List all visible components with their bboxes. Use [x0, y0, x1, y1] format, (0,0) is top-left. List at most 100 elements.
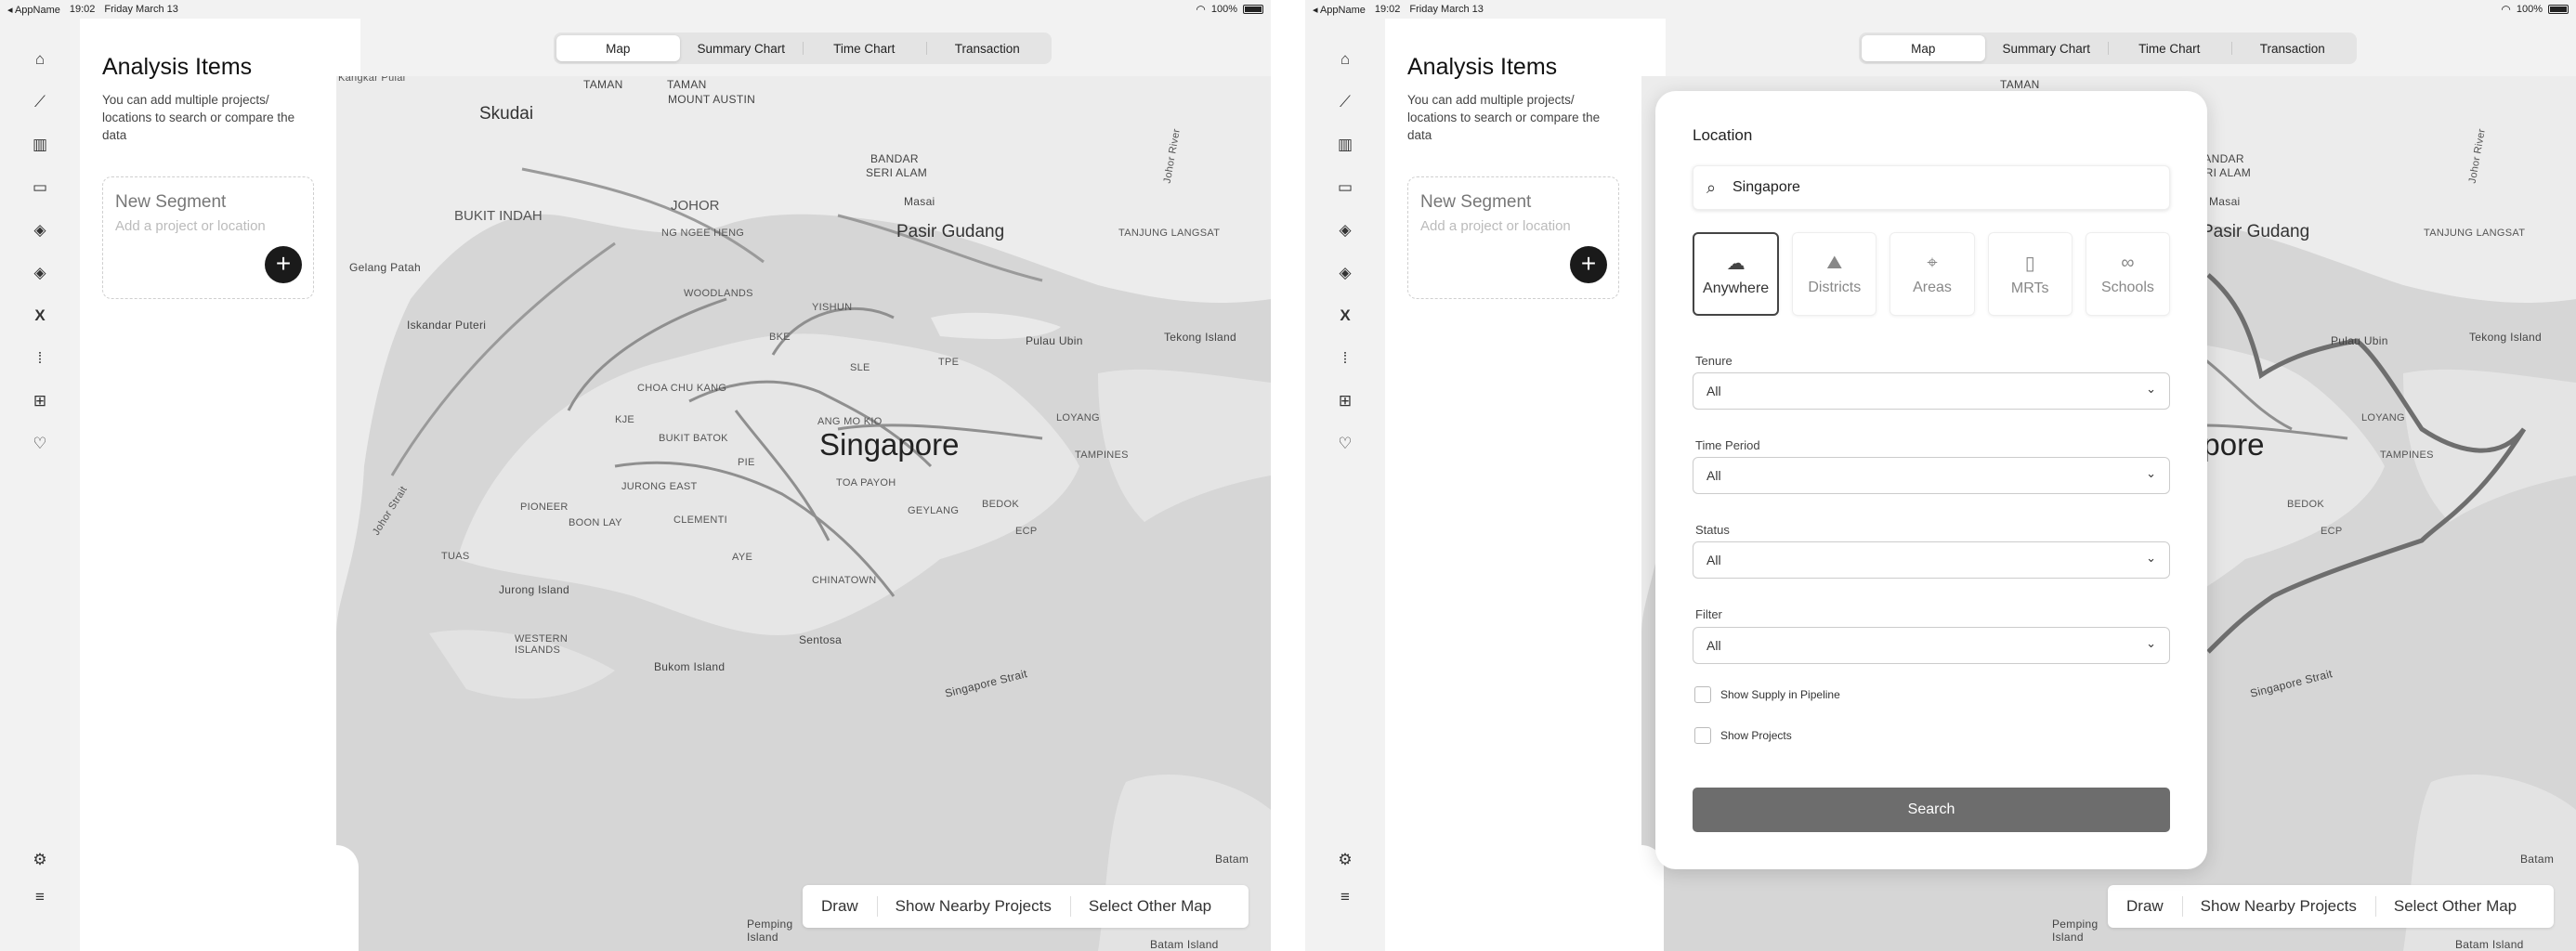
building-icon[interactable]: ▥ — [29, 134, 51, 156]
tab-transaction[interactable]: Transaction — [925, 35, 1050, 61]
add-segment-button[interactable]: + — [1570, 246, 1607, 283]
category-districts[interactable]: ⛰ Districts — [1792, 232, 1877, 316]
map-label-gelang-patah: Gelang Patah — [349, 261, 421, 274]
time-period-label: Time Period — [1695, 438, 1760, 452]
changi-landmass — [1098, 369, 1271, 522]
category-label: Schools — [2100, 279, 2154, 295]
new-segment-card[interactable]: New Segment Add a project or location + — [1407, 176, 1619, 299]
tab-summary-chart[interactable]: Summary Chart — [680, 35, 804, 61]
category-anywhere[interactable]: ☁ Anywhere — [1693, 232, 1780, 316]
map-label-pasir-gudang: Pasir Gudang — [896, 222, 1005, 241]
map-label-batam-island: Batam Island — [2455, 938, 2524, 951]
tenure-value: All — [1706, 384, 1721, 398]
draw-button[interactable]: Draw — [2108, 885, 2182, 928]
category-areas[interactable]: ⌖ Areas — [1890, 232, 1975, 316]
add-segment-button[interactable]: + — [265, 246, 302, 283]
map-label-skudai: Skudai — [479, 104, 534, 124]
show-nearby-projects-button[interactable]: Show Nearby Projects — [876, 885, 1070, 928]
status-select[interactable]: All ⌄ — [1693, 541, 2170, 579]
menu-icon[interactable]: ≡ — [1334, 886, 1356, 908]
map-label-bandar: BANDAR — [870, 152, 919, 165]
status-date: Friday March 13 — [1409, 4, 1484, 15]
gear-icon[interactable]: ⚙ — [29, 849, 51, 871]
home-icon[interactable]: ⌂ — [29, 48, 51, 71]
changi-landmass — [2403, 369, 2576, 522]
category-label: Areas — [1913, 279, 1952, 295]
inbox-icon[interactable]: ▭ — [1334, 176, 1356, 199]
map-label-mount-austin: MOUNT AUSTIN — [668, 93, 756, 106]
home-icon[interactable]: ⌂ — [1334, 48, 1356, 71]
checkbox-box[interactable] — [1694, 686, 1711, 703]
building-icon[interactable]: ▥ — [1334, 134, 1356, 156]
filter-select[interactable]: All ⌄ — [1693, 627, 2170, 664]
layers-alt-icon[interactable]: ◈ — [1334, 262, 1356, 284]
map-label-jurong-east: JURONG EAST — [621, 481, 698, 492]
nav-rail: ⌂ ⟋ ▥ ▭ ◈ ◈ X ⁞ ⊞ ♡ ⚙ ≡ — [0, 19, 80, 951]
map-label-masai: Masai — [2209, 195, 2241, 208]
map-label-bukit-indah: BUKIT INDAH — [454, 208, 543, 224]
chart-line-icon[interactable]: ⟋ — [1334, 91, 1356, 113]
map-label-yishun: YISHUN — [812, 302, 853, 313]
category-schools[interactable]: ∞ Schools — [2085, 232, 2171, 316]
select-other-map-button[interactable]: Select Other Map — [2374, 885, 2535, 928]
layers-icon[interactable]: ◈ — [29, 219, 51, 241]
map-label-iskandar-puteri: Iskandar Puteri — [407, 319, 487, 332]
show-projects-checkbox[interactable]: Show Projects — [1694, 727, 1792, 744]
modal-title: Location — [1693, 126, 1753, 144]
segment-title: New Segment — [1420, 192, 1532, 212]
grid-dots-icon[interactable]: ⁞ — [29, 347, 51, 370]
map-view[interactable]: Kangkar Pulai Skudai TAMAN TAMAN MOUNT A… — [336, 76, 1271, 951]
show-nearby-projects-button[interactable]: Show Nearby Projects — [2181, 885, 2375, 928]
map-action-bar-2: Draw Show Nearby Projects Select Other M… — [2108, 885, 2554, 928]
x-icon[interactable]: X — [29, 305, 51, 327]
view-tabs: Map Summary Chart Time Chart Transaction — [554, 33, 1052, 64]
map-label-sentosa: Sentosa — [799, 633, 843, 646]
supply-pipeline-checkbox[interactable]: Show Supply in Pipeline — [1694, 686, 1840, 703]
new-segment-card[interactable]: New Segment Add a project or location + — [102, 176, 314, 299]
map-label-tpe: TPE — [938, 357, 960, 368]
chart-line-icon[interactable]: ⟋ — [29, 91, 51, 113]
menu-icon[interactable]: ≡ — [29, 886, 51, 908]
category-mrts[interactable]: ▯ MRTs — [1987, 232, 2073, 316]
tenure-select[interactable]: All ⌄ — [1693, 372, 2170, 410]
tab-time-chart[interactable]: Time Chart — [803, 35, 926, 61]
layers-alt-icon[interactable]: ◈ — [29, 262, 51, 284]
checkbox-box[interactable] — [1694, 727, 1711, 744]
map-label-pioneer: PIONEER — [520, 502, 569, 513]
tab-summary-chart[interactable]: Summary Chart — [1985, 35, 2109, 61]
add-document-icon[interactable]: ⊞ — [29, 390, 51, 412]
layers-icon[interactable]: ◈ — [1334, 219, 1356, 241]
tab-map[interactable]: Map — [1862, 35, 1985, 61]
inbox-icon[interactable]: ▭ — [29, 176, 51, 199]
nav-rail-2: ⌂ ⟋ ▥ ▭ ◈ ◈ X ⁞ ⊞ ♡ ⚙ ≡ — [1305, 19, 1385, 951]
select-other-map-button[interactable]: Select Other Map — [1069, 885, 1230, 928]
category-label: Districts — [1808, 279, 1862, 295]
status-date: Friday March 13 — [104, 4, 178, 15]
tab-map[interactable]: Map — [556, 35, 680, 61]
map-label-pulau-ubin: Pulau Ubin — [2331, 334, 2388, 347]
tab-transaction[interactable]: Transaction — [2230, 35, 2355, 61]
map-label-bke: BKE — [769, 332, 791, 343]
grid-dots-icon[interactable]: ⁞ — [1334, 347, 1356, 370]
filter-label: Filter — [1695, 607, 1722, 621]
segment-placeholder: Add a project or location — [115, 218, 266, 234]
checkbox-label: Show Projects — [1720, 729, 1792, 742]
panel-description: You can add multiple projects/ locations… — [1407, 93, 1601, 142]
segment-title: New Segment — [115, 192, 227, 212]
gear-icon[interactable]: ⚙ — [1334, 849, 1356, 871]
map-label-batam: Batam — [2520, 853, 2555, 866]
location-search-input[interactable]: ⌕ Singapore — [1693, 165, 2170, 210]
time-period-select[interactable]: All ⌄ — [1693, 457, 2170, 494]
draw-button[interactable]: Draw — [803, 885, 877, 928]
add-document-icon[interactable]: ⊞ — [1334, 390, 1356, 412]
heart-icon[interactable]: ♡ — [29, 433, 51, 455]
heart-icon[interactable]: ♡ — [1334, 433, 1356, 455]
tab-time-chart[interactable]: Time Chart — [2108, 35, 2231, 61]
map-label-batam: Batam — [1215, 853, 1249, 866]
map-label-taman: TAMAN — [583, 78, 623, 91]
battery-percent: 100% — [2516, 4, 2543, 15]
tenure-label: Tenure — [1695, 354, 1733, 368]
map-label-taman-2: TAMAN — [667, 78, 707, 91]
x-icon[interactable]: X — [1334, 305, 1356, 327]
search-button[interactable]: Search — [1693, 788, 2170, 832]
